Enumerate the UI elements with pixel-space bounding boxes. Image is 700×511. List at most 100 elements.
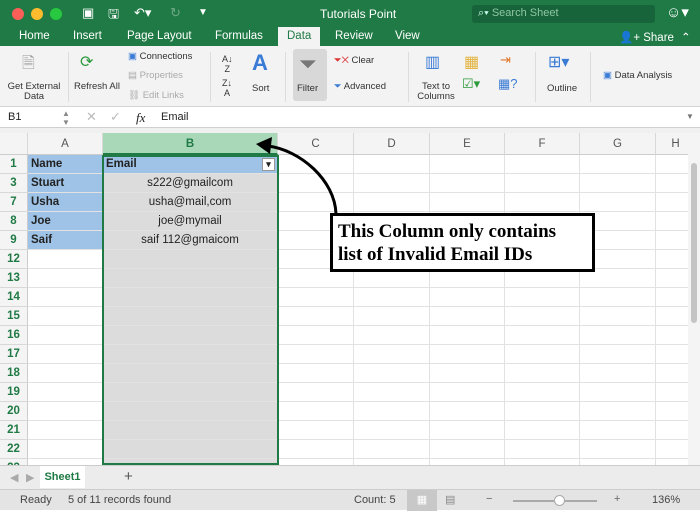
scrollbar-thumb[interactable] (691, 163, 697, 323)
cell[interactable] (354, 383, 430, 402)
share-button[interactable]: 👤+ Share (614, 29, 679, 45)
cell[interactable] (430, 155, 505, 174)
column-header-a[interactable]: A (28, 133, 103, 155)
row-header[interactable]: 16 (0, 326, 28, 345)
tab-insert[interactable]: Insert (68, 29, 107, 43)
cell[interactable] (505, 364, 580, 383)
data-validation-icon[interactable]: ☑▾ (462, 76, 480, 92)
save-icon[interactable]: 🖫 (108, 5, 119, 27)
cell[interactable] (656, 193, 688, 212)
redo-icon[interactable]: ↻ (170, 5, 181, 21)
maximize-window-button[interactable] (50, 8, 62, 20)
cell[interactable] (354, 345, 430, 364)
cell[interactable] (354, 174, 430, 193)
cell[interactable] (354, 155, 430, 174)
column-header-g[interactable]: G (580, 133, 656, 155)
sidebar-icon[interactable]: ▣ (82, 5, 94, 21)
undo-icon[interactable]: ↶▾ (134, 5, 151, 21)
cell[interactable] (354, 307, 430, 326)
cell[interactable] (505, 193, 580, 212)
cancel-icon[interactable]: ✕ (86, 109, 97, 125)
cell-name[interactable]: Joe (28, 212, 103, 231)
cell[interactable] (430, 326, 505, 345)
cell-email[interactable]: usha@mail,com (103, 193, 278, 212)
row-header[interactable]: 7 (0, 193, 28, 212)
cell[interactable] (580, 288, 656, 307)
cell[interactable] (580, 326, 656, 345)
cell[interactable] (103, 364, 278, 383)
cell[interactable] (278, 326, 354, 345)
cell[interactable] (354, 364, 430, 383)
next-sheet-icon[interactable]: ▶ (26, 471, 34, 484)
cell[interactable] (28, 307, 103, 326)
row-header[interactable]: 3 (0, 174, 28, 193)
column-header-d[interactable]: D (354, 133, 430, 155)
cell[interactable] (505, 307, 580, 326)
cell[interactable] (103, 288, 278, 307)
cell[interactable] (505, 288, 580, 307)
cell[interactable] (505, 421, 580, 440)
cell[interactable] (430, 345, 505, 364)
connections-button[interactable]: ▣ Connections (128, 52, 192, 62)
filter-button[interactable]: ⏷ Filter (293, 49, 327, 101)
cell[interactable] (656, 250, 688, 269)
zoom-in-button[interactable]: + (614, 493, 620, 505)
cell[interactable] (103, 421, 278, 440)
column-header-h[interactable]: H (656, 133, 688, 155)
tab-page-layout[interactable]: Page Layout (122, 29, 197, 43)
cell[interactable] (656, 288, 688, 307)
cell[interactable] (28, 326, 103, 345)
zoom-slider-thumb[interactable] (554, 495, 566, 506)
cell[interactable] (656, 307, 688, 326)
cell[interactable] (656, 364, 688, 383)
cell-email[interactable]: s222@gmailcom (103, 174, 278, 193)
row-header[interactable]: 13 (0, 269, 28, 288)
advanced-filter-button[interactable]: ⏷ Advanced (334, 82, 386, 92)
cell[interactable] (103, 402, 278, 421)
row-header[interactable]: 18 (0, 364, 28, 383)
cell[interactable] (278, 440, 354, 459)
cell[interactable] (580, 155, 656, 174)
cell[interactable] (103, 269, 278, 288)
cell[interactable] (580, 383, 656, 402)
cell[interactable] (505, 155, 580, 174)
cell[interactable] (278, 421, 354, 440)
cell[interactable] (580, 364, 656, 383)
cell[interactable] (28, 288, 103, 307)
cell[interactable] (505, 326, 580, 345)
cell[interactable] (656, 231, 688, 250)
cell[interactable] (656, 212, 688, 231)
account-smiley-icon[interactable]: ☺▾ (666, 3, 689, 21)
row-header[interactable]: 8 (0, 212, 28, 231)
cell[interactable] (354, 440, 430, 459)
tab-formulas[interactable]: Formulas (210, 29, 268, 43)
function-icon[interactable]: fx (136, 110, 145, 126)
cell[interactable] (430, 421, 505, 440)
edit-links-button[interactable]: ⛓ Edit Links (128, 91, 184, 101)
cell[interactable] (354, 421, 430, 440)
tab-home[interactable]: Home (14, 29, 55, 43)
cell-name[interactable]: Usha (28, 193, 103, 212)
page-layout-view-button[interactable]: ▤ (445, 493, 455, 506)
cell[interactable] (103, 440, 278, 459)
collapse-ribbon-icon[interactable]: ⌃ (676, 29, 696, 45)
cell[interactable] (354, 193, 430, 212)
row-header[interactable]: 17 (0, 345, 28, 364)
enter-icon[interactable]: ✓ (110, 109, 121, 125)
cell[interactable] (103, 326, 278, 345)
cell[interactable] (278, 193, 354, 212)
cell[interactable] (28, 421, 103, 440)
sheet-tab-sheet1[interactable]: Sheet1 (40, 466, 85, 488)
cell[interactable] (28, 364, 103, 383)
column-header-e[interactable]: E (430, 133, 505, 155)
cell[interactable] (278, 383, 354, 402)
cell[interactable] (430, 402, 505, 421)
cell[interactable] (103, 383, 278, 402)
tab-review[interactable]: Review (330, 29, 378, 43)
cell[interactable] (656, 383, 688, 402)
cell[interactable] (278, 155, 354, 174)
column-header-c[interactable]: C (278, 133, 354, 155)
cell[interactable] (656, 345, 688, 364)
row-header[interactable]: 22 (0, 440, 28, 459)
row-header[interactable]: 20 (0, 402, 28, 421)
